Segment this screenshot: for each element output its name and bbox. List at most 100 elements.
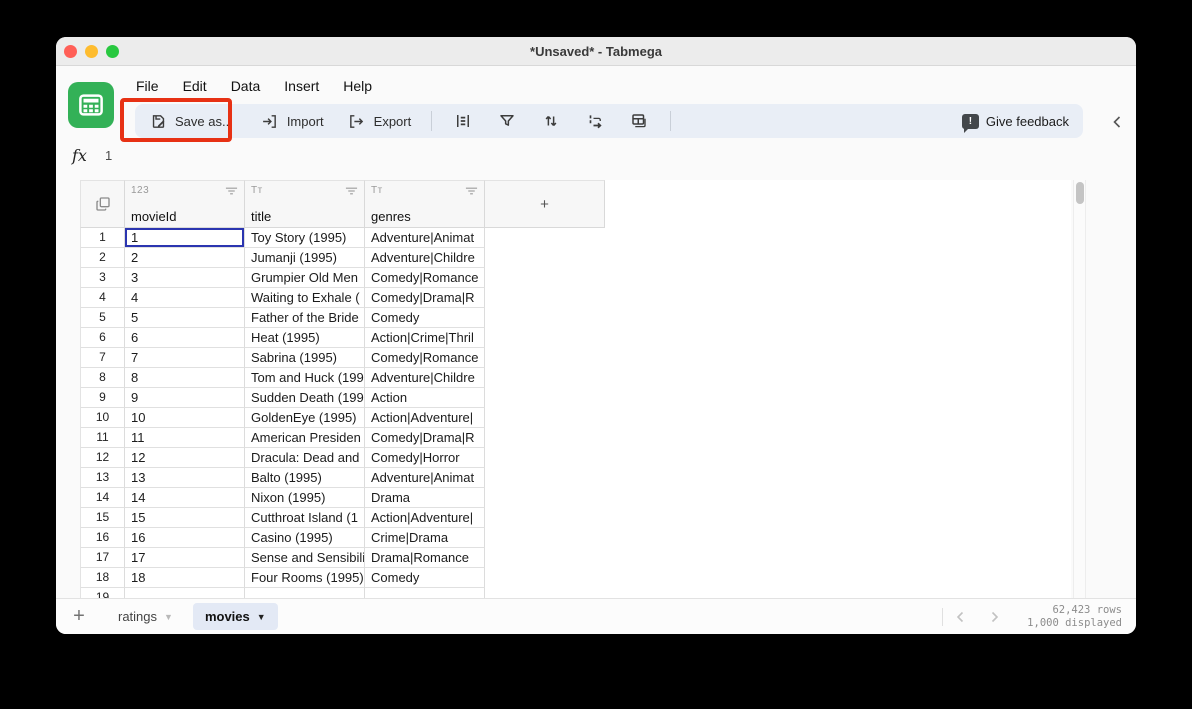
row-number[interactable]: 19 [80, 588, 125, 598]
next-page-button[interactable] [977, 611, 1011, 623]
cell-movieId[interactable]: 3 [125, 268, 245, 288]
cell-title[interactable]: Father of the Bride [245, 308, 365, 328]
row-number[interactable]: 4 [80, 288, 125, 308]
cell-movieId[interactable]: 16 [125, 528, 245, 548]
row-number[interactable]: 15 [80, 508, 125, 528]
cell-movieId[interactable]: 4 [125, 288, 245, 308]
row-number[interactable]: 13 [80, 468, 125, 488]
cell-movieId[interactable]: 10 [125, 408, 245, 428]
menu-insert[interactable]: Insert [284, 75, 319, 97]
cell-genres[interactable]: Comedy|Drama|R [365, 288, 485, 308]
cell-genres[interactable]: Action [365, 388, 485, 408]
cell-genres[interactable]: Action|Adventure| [365, 508, 485, 528]
cell-genres[interactable]: Comedy [365, 308, 485, 328]
cell-title[interactable]: Grumpier Old Men [245, 268, 365, 288]
cell-title[interactable]: Dracula: Dead and [245, 448, 365, 468]
row-number[interactable]: 7 [80, 348, 125, 368]
transform-icon[interactable] [584, 110, 606, 132]
give-feedback-button[interactable]: ! Give feedback [961, 113, 1069, 133]
select-all-cell[interactable] [80, 180, 125, 228]
cell-title[interactable]: Four Rooms (1995) [245, 568, 365, 588]
column-header-title[interactable]: Tᴛ title [245, 180, 365, 228]
column-width-icon[interactable] [452, 110, 474, 132]
menu-edit[interactable]: Edit [183, 75, 207, 97]
row-number[interactable]: 6 [80, 328, 125, 348]
cell-title[interactable]: Tom and Huck (199 [245, 368, 365, 388]
cell-movieId[interactable]: 17 [125, 548, 245, 568]
row-number[interactable]: 16 [80, 528, 125, 548]
cell-movieId[interactable]: 6 [125, 328, 245, 348]
sheet-tab-ratings[interactable]: ratings ▼ [106, 603, 185, 630]
cell-movieId[interactable]: 11 [125, 428, 245, 448]
save-as-button[interactable]: Save as... [147, 110, 233, 132]
import-button[interactable]: Import [259, 110, 324, 132]
cell-genres[interactable]: Adventure|Animat [365, 228, 485, 248]
cell-title[interactable]: Nixon (1995) [245, 488, 365, 508]
cell-title[interactable]: Toy Story (1995) [245, 228, 365, 248]
menu-data[interactable]: Data [231, 75, 261, 97]
cell-genres[interactable]: Comedy|Drama|R [365, 428, 485, 448]
cell-title[interactable]: Sudden Death (199 [245, 388, 365, 408]
cell-movieId[interactable] [125, 588, 245, 598]
cell-genres[interactable]: Adventure|Childre [365, 248, 485, 268]
column-filter-icon[interactable] [345, 186, 358, 196]
row-number[interactable]: 5 [80, 308, 125, 328]
cell-movieId[interactable]: 5 [125, 308, 245, 328]
add-column-button[interactable]: + [485, 180, 605, 228]
row-number[interactable]: 3 [80, 268, 125, 288]
cell-genres[interactable]: Action|Adventure| [365, 408, 485, 428]
cell-title[interactable]: Heat (1995) [245, 328, 365, 348]
cell-genres[interactable]: Comedy|Romance [365, 268, 485, 288]
vertical-scrollbar[interactable] [1073, 180, 1086, 598]
menu-file[interactable]: File [136, 75, 159, 97]
cell-genres[interactable] [365, 588, 485, 598]
cell-movieId[interactable]: 14 [125, 488, 245, 508]
cell-title[interactable]: American Presiden [245, 428, 365, 448]
cell-genres[interactable]: Drama [365, 488, 485, 508]
cell-genres[interactable]: Action|Crime|Thril [365, 328, 485, 348]
cell-genres[interactable]: Comedy [365, 568, 485, 588]
filter-icon[interactable] [496, 110, 518, 132]
cell-title[interactable]: Balto (1995) [245, 468, 365, 488]
row-number[interactable]: 1 [80, 228, 125, 248]
layout-icon[interactable] [628, 110, 650, 132]
cell-movieId[interactable]: 1 [125, 228, 245, 248]
cell-title[interactable] [245, 588, 365, 598]
cell-movieId[interactable]: 9 [125, 388, 245, 408]
column-filter-icon[interactable] [465, 186, 478, 196]
column-header-genres[interactable]: Tᴛ genres [365, 180, 485, 228]
formula-bar[interactable]: fx 1 [72, 142, 112, 168]
cell-movieId[interactable]: 18 [125, 568, 245, 588]
row-number[interactable]: 12 [80, 448, 125, 468]
cell-movieId[interactable]: 2 [125, 248, 245, 268]
row-number[interactable]: 14 [80, 488, 125, 508]
row-number[interactable]: 9 [80, 388, 125, 408]
menu-help[interactable]: Help [343, 75, 372, 97]
cell-title[interactable]: Casino (1995) [245, 528, 365, 548]
row-number[interactable]: 18 [80, 568, 125, 588]
scrollbar-thumb[interactable] [1076, 182, 1084, 204]
cell-genres[interactable]: Crime|Drama [365, 528, 485, 548]
cell-movieId[interactable]: 12 [125, 448, 245, 468]
row-number[interactable]: 8 [80, 368, 125, 388]
cell-genres[interactable]: Adventure|Childre [365, 368, 485, 388]
collapse-toolbar-button[interactable] [1108, 113, 1126, 131]
row-number[interactable]: 10 [80, 408, 125, 428]
prev-page-button[interactable] [943, 611, 977, 623]
export-button[interactable]: Export [346, 110, 411, 132]
cell-title[interactable]: Cutthroat Island (1 [245, 508, 365, 528]
cell-title[interactable]: Sabrina (1995) [245, 348, 365, 368]
row-number[interactable]: 17 [80, 548, 125, 568]
chevron-down-icon[interactable]: ▼ [257, 612, 266, 622]
cell-title[interactable]: Waiting to Exhale ( [245, 288, 365, 308]
sort-icon[interactable] [540, 110, 562, 132]
cell-movieId[interactable]: 13 [125, 468, 245, 488]
cell-title[interactable]: GoldenEye (1995) [245, 408, 365, 428]
add-sheet-button[interactable]: + [68, 605, 90, 628]
row-number[interactable]: 11 [80, 428, 125, 448]
cell-title[interactable]: Jumanji (1995) [245, 248, 365, 268]
sheet-tab-movies[interactable]: movies ▼ [192, 603, 278, 630]
chevron-down-icon[interactable]: ▼ [164, 612, 173, 622]
column-header-movieId[interactable]: 123 movieId [125, 180, 245, 228]
column-filter-icon[interactable] [225, 186, 238, 196]
